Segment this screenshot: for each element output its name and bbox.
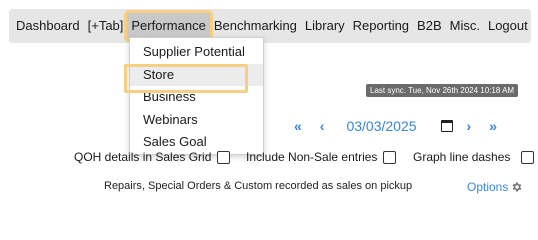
options-link-label: Options	[467, 180, 509, 194]
graph-dashes-label: Graph line dashes	[413, 150, 511, 164]
menu-item-business[interactable]: Business	[130, 86, 263, 109]
date-input[interactable]: 03/03/2025	[346, 118, 453, 134]
non-sale-checkbox[interactable]	[383, 150, 397, 164]
nav-b2b[interactable]: B2B	[413, 13, 446, 39]
date-value: 03/03/2025	[346, 118, 417, 134]
next-button[interactable]: ›	[467, 118, 472, 134]
non-sale-option: Include Non-Sale entries	[246, 150, 397, 164]
last-page-button[interactable]: »	[489, 118, 497, 134]
options-row: QOH details in Sales Grid Include Non-Sa…	[0, 150, 538, 168]
graph-dashes-option: Graph line dashes	[413, 150, 535, 164]
menu-item-store[interactable]: Store	[124, 63, 263, 92]
performance-dropdown-menu: Supplier Potential Store Business Webina…	[124, 37, 264, 155]
menu-item-supplier-potential[interactable]: Supplier Potential	[130, 41, 263, 64]
nav-performance[interactable]: Performance	[124, 10, 213, 42]
qoh-option: QOH details in Sales Grid	[74, 150, 231, 164]
date-navigator: « ‹ 03/03/2025 › »	[288, 115, 532, 137]
nav-reporting[interactable]: Reporting	[349, 13, 413, 39]
gear-icon	[513, 182, 522, 192]
non-sale-label: Include Non-Sale entries	[246, 150, 378, 164]
nav-library[interactable]: Library	[301, 13, 349, 39]
qoh-label: QOH details in Sales Grid	[74, 150, 212, 164]
nav-benchmarking[interactable]: Benchmarking	[210, 13, 301, 39]
main-navbar: Dashboard [+Tab] Performance Benchmarkin…	[9, 9, 531, 43]
prev-button[interactable]: ‹	[320, 118, 325, 134]
nav-misc[interactable]: Misc.	[446, 13, 484, 39]
options-link[interactable]: Options	[467, 180, 523, 194]
qoh-checkbox[interactable]	[217, 150, 231, 164]
nav-add-tab[interactable]: [+Tab]	[84, 13, 128, 39]
graph-dashes-checkbox[interactable]	[521, 150, 535, 164]
nav-logout[interactable]: Logout	[484, 13, 532, 39]
calendar-icon[interactable]	[440, 120, 453, 132]
footer-note: Repairs, Special Orders & Custom recorde…	[104, 180, 413, 192]
menu-item-webinars[interactable]: Webinars	[130, 109, 263, 132]
nav-dashboard[interactable]: Dashboard	[12, 13, 84, 39]
sync-status-badge: Last sync. Tue, Nov 26th 2024 10:18 AM	[366, 84, 519, 97]
first-page-button[interactable]: «	[294, 118, 302, 134]
